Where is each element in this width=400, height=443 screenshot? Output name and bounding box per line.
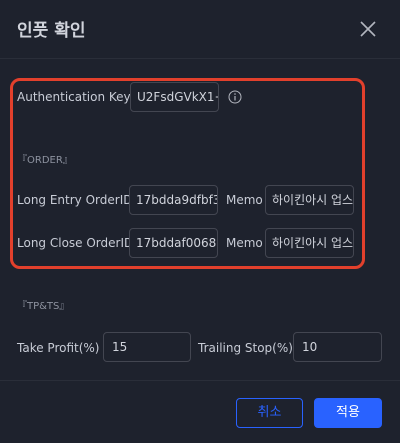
take-profit-input[interactable]: 15 bbox=[103, 332, 191, 362]
long-entry-label: Long Entry OrderID bbox=[17, 193, 133, 207]
order-section-heading: 『ORDER』 bbox=[17, 155, 73, 166]
input-confirm-dialog: 인풋 확인 Authentication Key U2FsdGVkX1+ 『OR… bbox=[0, 0, 400, 443]
long-entry-memo-input[interactable]: 하이킨아시 업스 bbox=[265, 185, 354, 215]
long-close-memo-input[interactable]: 하이킨아시 업스 bbox=[265, 228, 354, 258]
auth-key-label: Authentication Key bbox=[17, 90, 131, 104]
apply-button[interactable]: 적용 bbox=[314, 398, 382, 428]
auth-key-input[interactable]: U2FsdGVkX1+ bbox=[130, 82, 219, 112]
dialog-title: 인풋 확인 bbox=[17, 21, 86, 41]
long-close-label: Long Close OrderID bbox=[17, 236, 134, 250]
trailing-stop-input[interactable]: 10 bbox=[293, 332, 382, 362]
take-profit-label: Take Profit(%) bbox=[17, 341, 100, 355]
cancel-button[interactable]: 취소 bbox=[236, 398, 303, 428]
trailing-stop-label: Trailing Stop(%) bbox=[198, 341, 293, 355]
long-close-memo-label: Memo bbox=[226, 236, 263, 250]
long-close-input[interactable]: 17bddaf00682 bbox=[129, 228, 218, 258]
long-entry-memo-label: Memo bbox=[226, 193, 263, 207]
info-icon[interactable] bbox=[228, 90, 242, 104]
header-divider bbox=[0, 58, 400, 59]
long-entry-input[interactable]: 17bdda9dfbf3 bbox=[129, 185, 218, 215]
footer-divider bbox=[0, 380, 400, 381]
tpts-section-heading: 『TP&TS』 bbox=[17, 301, 70, 312]
close-icon[interactable] bbox=[358, 19, 378, 39]
